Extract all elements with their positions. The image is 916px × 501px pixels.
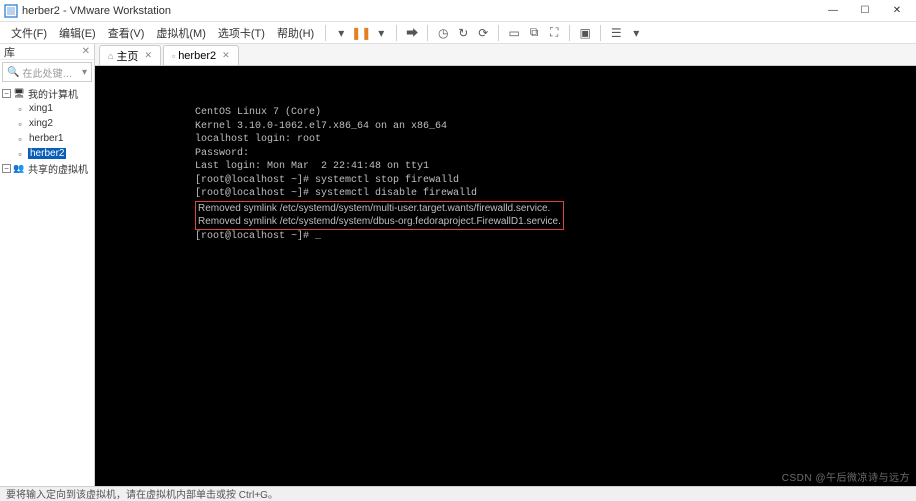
fullscreen-icon[interactable]: ⛶ (545, 24, 563, 42)
terminal-line: Last login: Mon Mar 2 22:41:48 on tty1 (195, 160, 916, 174)
tree-shared[interactable]: − 👥 共享的虚拟机 (0, 161, 94, 176)
menu-view[interactable]: 查看(V) (103, 23, 150, 43)
separator (325, 25, 326, 41)
window-title: herber2 - VMware Workstation (22, 5, 171, 17)
home-icon: ⌂ (108, 51, 113, 61)
separator (498, 25, 499, 41)
collapse-icon[interactable]: − (2, 89, 11, 98)
tab-close-icon[interactable]: ✕ (144, 50, 152, 61)
menu-edit[interactable]: 编辑(E) (54, 23, 101, 43)
highlighted-output: Removed symlink /etc/systemd/system/mult… (195, 201, 564, 230)
terminal-line: [root@localhost ~]# systemctl disable fi… (195, 187, 916, 201)
separator (600, 25, 601, 41)
terminal-line: Password: (195, 147, 916, 161)
search-icon: 🔍 (7, 67, 19, 78)
menu-help[interactable]: 帮助(H) (272, 23, 319, 43)
unity-icon[interactable]: ⧉ (525, 24, 543, 42)
sidebar-close-icon[interactable]: ✕ (82, 46, 90, 57)
fit-icon[interactable]: ▭ (505, 24, 523, 42)
tree-root-label: 我的计算机 (27, 86, 79, 101)
terminal-line: Kernel 3.10.0-1062.el7.x86_64 on an x86_… (195, 120, 916, 134)
tab-home[interactable]: ⌂ 主页 ✕ (99, 45, 161, 65)
clock-icon[interactable]: ◷ (434, 24, 452, 42)
menu-vm[interactable]: 虚拟机(M) (151, 23, 211, 43)
dropdown-icon[interactable]: ▾ (82, 67, 87, 78)
vm-icon: ▫ (14, 133, 26, 145)
vm-icon: ▫ (14, 148, 26, 160)
console-icon[interactable]: ▣ (576, 24, 594, 42)
close-button[interactable]: ✕ (882, 2, 912, 20)
dropdown-icon[interactable]: ▾ (627, 24, 645, 42)
sidebar-header: 库 ✕ (0, 44, 94, 60)
status-text: 要将输入定向到该虚拟机，请在虚拟机内部单击或按 Ctrl+G。 (6, 486, 278, 501)
maximize-button[interactable]: ☐ (850, 2, 880, 20)
refresh-icon[interactable]: ↻ (454, 24, 472, 42)
tree-item-xing2[interactable]: ▫ xing2 (0, 116, 94, 131)
send-icon[interactable]: ⮕ (403, 24, 421, 42)
app-icon (4, 4, 18, 18)
terminal-line: Removed symlink /etc/systemd/system/mult… (198, 202, 561, 216)
dropdown-icon[interactable]: ▾ (372, 24, 390, 42)
pause-icon[interactable]: ❚❚ (352, 24, 370, 42)
separator (569, 25, 570, 41)
window-controls: — ☐ ✕ (818, 2, 912, 20)
terminal-line: [root@localhost ~]# _ (195, 230, 916, 244)
menu-tabs[interactable]: 选项卡(T) (213, 23, 270, 43)
shared-icon: 👥 (13, 163, 25, 175)
vm-icon: ▫ (14, 118, 26, 130)
tree-root[interactable]: − 🖥 我的计算机 (0, 86, 94, 101)
tree-item-herber1[interactable]: ▫ herber1 (0, 131, 94, 146)
tree-label: herber2 (28, 148, 66, 159)
body-area: 库 ✕ 🔍 在此处键入内容进行搜索 ▾ − 🖥 我的计算机 ▫ xing1 ▫ … (0, 44, 916, 486)
library-icon[interactable]: ☰ (607, 24, 625, 42)
sidebar-tree: − 🖥 我的计算机 ▫ xing1 ▫ xing2 ▫ herber1 ▫ he… (0, 84, 94, 486)
tab-herber2[interactable]: ▫ herber2 ✕ (163, 45, 239, 65)
search-input[interactable]: 🔍 在此处键入内容进行搜索 ▾ (2, 62, 92, 82)
title-bar: herber2 - VMware Workstation — ☐ ✕ (0, 0, 916, 22)
tab-bar: ⌂ 主页 ✕ ▫ herber2 ✕ (95, 44, 916, 66)
terminal-line: CentOS Linux 7 (Core) (195, 106, 916, 120)
terminal[interactable]: CentOS Linux 7 (Core) Kernel 3.10.0-1062… (95, 66, 916, 486)
snapshot-icon[interactable]: ⟳ (474, 24, 492, 42)
tab-label: herber2 (178, 50, 216, 62)
separator (427, 25, 428, 41)
separator (396, 25, 397, 41)
terminal-line: Removed symlink /etc/systemd/system/dbus… (198, 215, 561, 229)
tree-label: herber1 (28, 133, 64, 144)
tab-label: 主页 (116, 48, 138, 64)
menu-bar: 文件(F) 编辑(E) 查看(V) 虚拟机(M) 选项卡(T) 帮助(H) ▾ … (0, 22, 916, 44)
menu-file[interactable]: 文件(F) (6, 23, 52, 43)
computer-icon: 🖥 (13, 88, 25, 100)
tree-label: xing1 (28, 103, 54, 114)
status-bar: 要将输入定向到该虚拟机，请在虚拟机内部单击或按 Ctrl+G。 (0, 486, 916, 500)
tree-label: xing2 (28, 118, 54, 129)
vm-icon: ▫ (172, 51, 175, 61)
vm-icon: ▫ (14, 103, 26, 115)
watermark: CSDN @午后微凉诗与远方 (782, 469, 910, 484)
sidebar: 库 ✕ 🔍 在此处键入内容进行搜索 ▾ − 🖥 我的计算机 ▫ xing1 ▫ … (0, 44, 95, 486)
terminal-line: [root@localhost ~]# systemctl stop firew… (195, 174, 916, 188)
sidebar-title: 库 (4, 44, 15, 60)
terminal-line: localhost login: root (195, 133, 916, 147)
dropdown-icon[interactable]: ▾ (332, 24, 350, 42)
tree-item-xing1[interactable]: ▫ xing1 (0, 101, 94, 116)
tree-item-herber2[interactable]: ▫ herber2 (0, 146, 94, 161)
tree-label: 共享的虚拟机 (27, 161, 89, 176)
collapse-icon[interactable]: − (2, 164, 11, 173)
minimize-button[interactable]: — (818, 2, 848, 20)
search-placeholder: 在此处键入内容进行搜索 (22, 65, 82, 80)
tab-close-icon[interactable]: ✕ (222, 50, 230, 61)
main-area: ⌂ 主页 ✕ ▫ herber2 ✕ CentOS Linux 7 (Core)… (95, 44, 916, 486)
